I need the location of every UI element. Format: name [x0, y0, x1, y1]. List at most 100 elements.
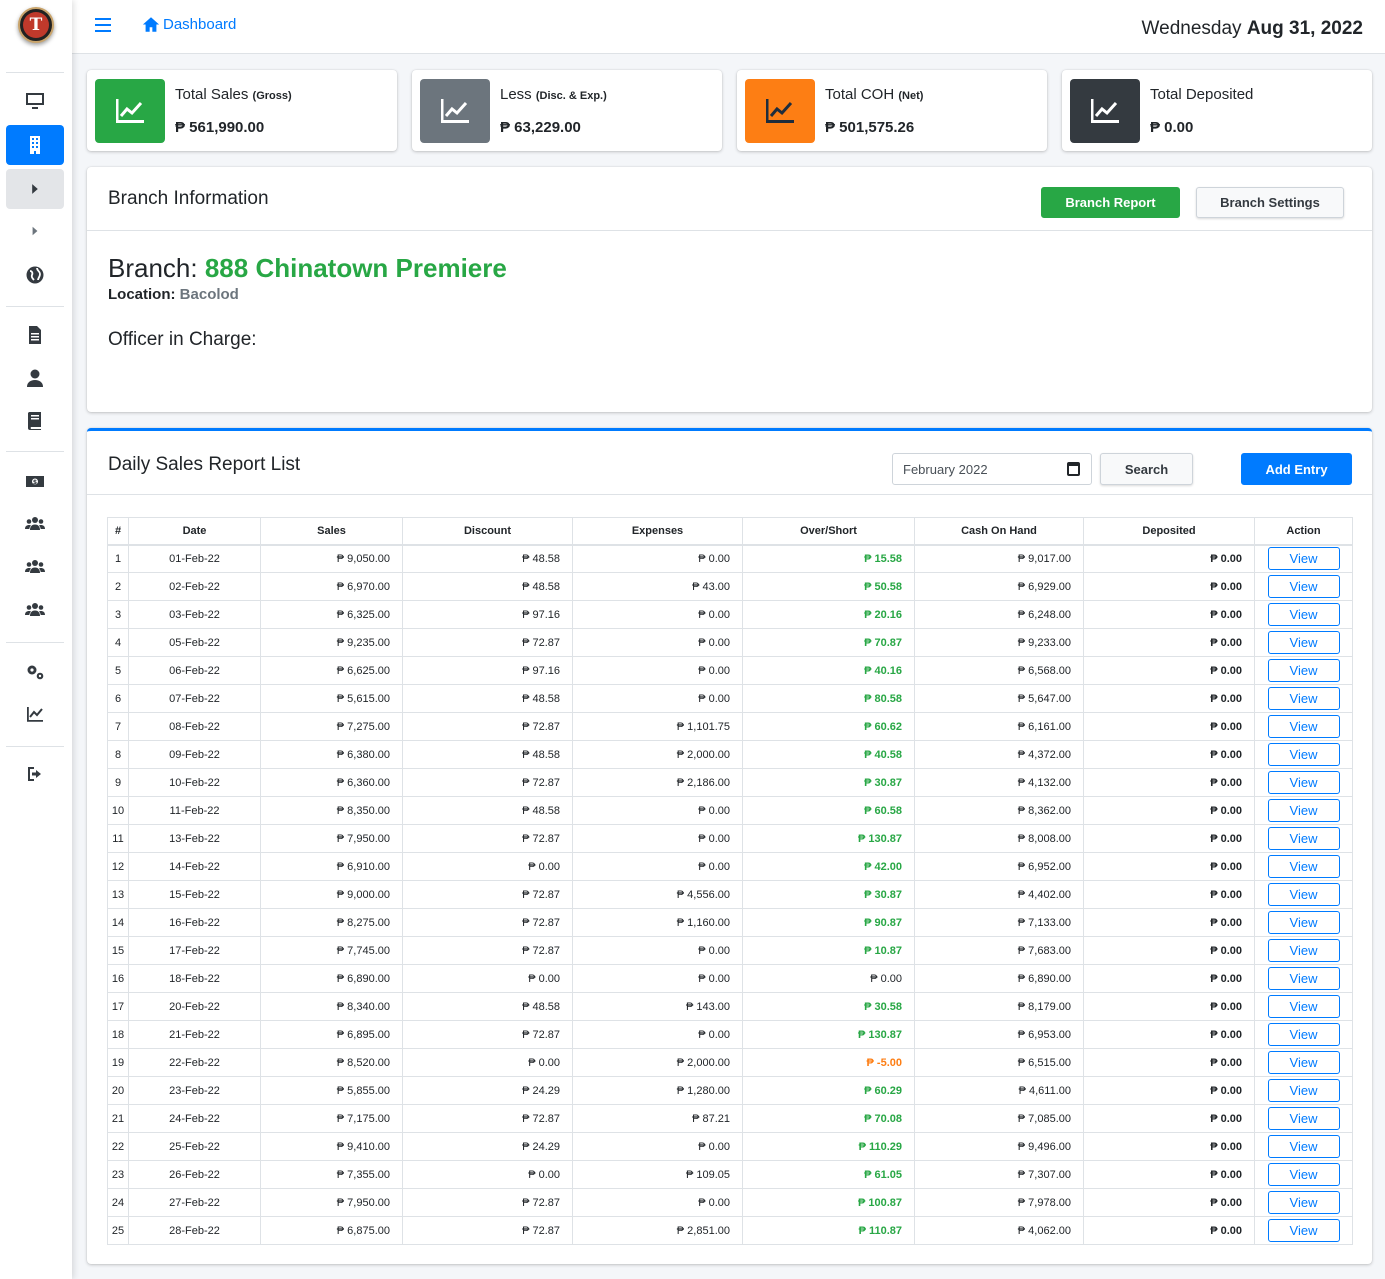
table-cell: 08-Feb-22 [128, 712, 261, 741]
table-cell: ₱ 48.58 [402, 740, 573, 769]
location-label: Location: [108, 286, 176, 303]
table-cell: 10 [107, 796, 129, 825]
view-button[interactable]: View [1267, 1107, 1340, 1130]
info-icon-bg [1070, 79, 1140, 143]
table-cell: ₱ 9,235.00 [260, 628, 403, 657]
table-cell: 14 [107, 908, 129, 937]
view-button[interactable]: View [1267, 1079, 1340, 1102]
column-header: Discount [402, 517, 573, 546]
view-button[interactable]: View [1267, 911, 1340, 934]
table-cell: ₱ 6,929.00 [914, 572, 1084, 601]
table-cell: ₱ 24.29 [402, 1076, 573, 1105]
table-cell: ₱ 130.87 [742, 1020, 915, 1049]
table-row: 15 17-Feb-22 ₱ 7,745.00 ₱ 72.87 ₱ 0.00 ₱ 10.8… [107, 936, 1353, 965]
add-entry-button[interactable]: Add Entry [1241, 453, 1352, 485]
view-button[interactable]: View [1267, 1023, 1340, 1046]
sidebar-divider [6, 642, 64, 643]
view-button[interactable]: View [1267, 967, 1340, 990]
view-button[interactable]: View [1267, 687, 1340, 710]
view-button[interactable]: View [1267, 827, 1340, 850]
sidebar-item-settings[interactable] [6, 652, 64, 692]
sidebar-item-file[interactable] [6, 315, 64, 355]
view-button[interactable]: View [1267, 771, 1340, 794]
view-button[interactable]: View [1267, 659, 1340, 682]
month-input[interactable]: February 2022 [892, 453, 1092, 485]
table-cell: 16 [107, 964, 129, 993]
table-cell: ₱ 0.00 [1083, 1104, 1255, 1133]
dashboard-link-label: Dashboard [163, 16, 237, 33]
branch-heading: Branch: 888 Chinatown Premiere [108, 253, 507, 284]
branch-info-card: Branch Information Branch Report Branch … [87, 167, 1372, 412]
action-cell: View [1254, 1132, 1353, 1161]
sidebar-item-desktop[interactable] [6, 81, 64, 121]
info-box-value: ₱ 0.00 [1150, 119, 1194, 136]
table-cell: ₱ 7,133.00 [914, 908, 1084, 937]
dashboard-link[interactable]: Dashboard [142, 16, 236, 33]
sidebar-item-expand-2[interactable] [6, 211, 64, 251]
brand-logo[interactable]: T [18, 7, 54, 43]
sidebar-item-user[interactable] [6, 358, 64, 398]
branch-report-button[interactable]: Branch Report [1041, 187, 1180, 218]
building-icon [30, 136, 40, 154]
table-cell: ₱ 50.58 [742, 572, 915, 601]
view-button[interactable]: View [1267, 799, 1340, 822]
view-button[interactable]: View [1267, 603, 1340, 626]
sidebar-item-building[interactable] [6, 125, 64, 165]
sidebar-item-users-2[interactable] [6, 547, 64, 587]
chart-line-icon [27, 707, 43, 722]
table-cell: ₱ 2,851.00 [572, 1216, 743, 1245]
sidebar-item-money[interactable]: $ [6, 461, 64, 501]
view-button[interactable]: View [1267, 715, 1340, 738]
sidebar-item-users-3[interactable] [6, 590, 64, 630]
calendar-icon[interactable] [1067, 462, 1080, 476]
table-cell: ₱ 30.87 [742, 768, 915, 797]
view-button[interactable]: View [1267, 1051, 1340, 1074]
users-icon [25, 560, 45, 573]
view-button[interactable]: View [1267, 547, 1340, 571]
branch-settings-button[interactable]: Branch Settings [1196, 187, 1344, 218]
action-cell: View [1254, 1188, 1353, 1217]
view-button[interactable]: View [1267, 855, 1340, 878]
menu-toggle-icon[interactable] [95, 18, 111, 32]
users-icon [25, 603, 45, 616]
action-cell: View [1254, 1048, 1353, 1077]
sidebar-item-book[interactable] [6, 401, 64, 441]
table-cell: ₱ 20.16 [742, 600, 915, 629]
book-icon [28, 412, 41, 430]
sidebar-item-expand-1[interactable] [6, 169, 64, 209]
table-cell: ₱ 72.87 [402, 936, 573, 965]
table-cell: ₱ 6,360.00 [260, 768, 403, 797]
table-cell: ₱ 40.16 [742, 656, 915, 685]
view-button[interactable]: View [1267, 1191, 1340, 1214]
view-button[interactable]: View [1267, 743, 1340, 766]
table-cell: ₱ 0.00 [1083, 1188, 1255, 1217]
action-cell: View [1254, 740, 1353, 769]
view-button[interactable]: View [1267, 575, 1340, 598]
sidebar-item-globe[interactable] [6, 255, 64, 295]
table-cell: ₱ 6,161.00 [914, 712, 1084, 741]
sidebar-item-chart[interactable] [6, 694, 64, 734]
table-cell: ₱ 109.05 [572, 1160, 743, 1189]
view-button[interactable]: View [1267, 1163, 1340, 1186]
file-icon [29, 326, 41, 344]
info-box-total-deposited: Total Deposited ₱ 0.00 [1062, 70, 1372, 151]
table-cell: ₱ 8,362.00 [914, 796, 1084, 825]
sidebar-item-logout[interactable] [6, 754, 64, 794]
table-cell: 8 [107, 740, 129, 769]
search-button[interactable]: Search [1100, 453, 1193, 485]
table-cell: 11-Feb-22 [128, 796, 261, 825]
view-button[interactable]: View [1267, 883, 1340, 906]
action-cell: View [1254, 628, 1353, 657]
view-button[interactable]: View [1267, 631, 1340, 654]
view-button[interactable]: View [1267, 1219, 1340, 1242]
view-button[interactable]: View [1267, 995, 1340, 1018]
table-cell: 21-Feb-22 [128, 1020, 261, 1049]
chart-line-icon [1091, 99, 1119, 123]
table-cell: 24-Feb-22 [128, 1104, 261, 1133]
view-button[interactable]: View [1267, 1135, 1340, 1158]
sidebar-item-users-1[interactable] [6, 504, 64, 544]
table-cell: ₱ 72.87 [402, 1104, 573, 1133]
view-button[interactable]: View [1267, 939, 1340, 962]
action-cell: View [1254, 852, 1353, 881]
table-cell: ₱ 6,952.00 [914, 852, 1084, 881]
